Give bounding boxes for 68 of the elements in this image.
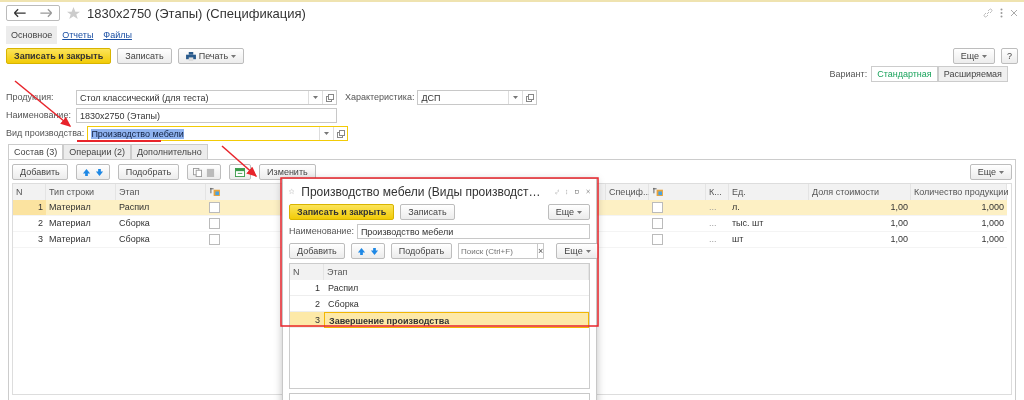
table-cell: 1,000 bbox=[911, 200, 1007, 216]
add-button[interactable]: Добавить bbox=[12, 164, 68, 180]
nav-tab[interactable]: Основное bbox=[6, 26, 58, 44]
table-cell: 1 bbox=[13, 200, 46, 216]
variant-option[interactable]: Расширяемая bbox=[937, 66, 1008, 82]
table-cell: 1,000 bbox=[911, 232, 1007, 248]
select-field[interactable]: Стол классический (для теста) bbox=[76, 90, 337, 105]
search-field[interactable]: Поиск (Ctrl+F) bbox=[458, 243, 539, 259]
window-title: 1830x2750 (Этапы) (Спецификация) bbox=[87, 5, 306, 21]
help-button[interactable]: ? bbox=[1001, 48, 1018, 64]
add-button[interactable]: Добавить bbox=[289, 243, 345, 259]
variant-label: Вариант: bbox=[829, 69, 868, 79]
pick-button[interactable]: Подобрать bbox=[117, 164, 180, 180]
column-header: N bbox=[13, 184, 46, 200]
print-button[interactable]: Печать bbox=[177, 48, 245, 64]
select-field[interactable]: Производство мебели bbox=[87, 126, 349, 141]
clear-button[interactable]: × bbox=[538, 243, 545, 259]
column-header: Количество продукции bbox=[911, 184, 1007, 200]
table-cell: 1,000 bbox=[911, 216, 1007, 232]
section-tab[interactable]: Операции (2) bbox=[63, 144, 131, 159]
column-header: Этап bbox=[116, 184, 206, 200]
table-cell: Материал bbox=[46, 232, 116, 248]
table-cell: 3 bbox=[13, 232, 46, 248]
table-cell: шт bbox=[729, 232, 809, 248]
save-button[interactable]: Записать bbox=[400, 204, 455, 220]
table-cell: Распил bbox=[116, 200, 206, 216]
table-cell: тыс. шт bbox=[729, 216, 809, 232]
save-and-close-button[interactable]: Записать и закрыть bbox=[289, 204, 395, 220]
table-cell: Материал bbox=[46, 200, 116, 216]
save-button[interactable]: Записать bbox=[117, 48, 172, 64]
field-label: Наименование: bbox=[289, 226, 354, 237]
table-cell: 1 bbox=[290, 280, 324, 296]
select-field[interactable]: ДСП bbox=[417, 90, 538, 105]
input-field[interactable]: Производство мебели bbox=[356, 224, 590, 239]
column-header: Специф... bbox=[606, 184, 649, 200]
edit-button[interactable]: Изменить bbox=[259, 164, 316, 180]
more-button[interactable]: Еще bbox=[952, 48, 995, 64]
more-button[interactable]: Еще bbox=[969, 164, 1012, 180]
nav-tab[interactable]: Отчеты bbox=[57, 26, 99, 44]
table-cell: Сборка bbox=[116, 216, 206, 232]
section-tab[interactable]: Состав (3) bbox=[8, 144, 64, 159]
column-header: N bbox=[290, 264, 324, 280]
table-cell: Материал bbox=[46, 216, 116, 232]
input-field[interactable]: 1830x2750 (Этапы) bbox=[76, 108, 337, 123]
section-tab[interactable]: Дополнительно bbox=[130, 144, 208, 159]
column-header: К... bbox=[706, 184, 729, 200]
nav-tab[interactable]: Файлы bbox=[98, 26, 137, 44]
table-cell: 1,00 bbox=[809, 200, 911, 216]
table-cell: ... bbox=[706, 200, 729, 216]
column-header: Ед. bbox=[729, 184, 809, 200]
more-button[interactable]: Еще bbox=[556, 243, 599, 259]
dialog-title: Производство мебели (Виды производст… bbox=[301, 184, 541, 199]
table-cell: ... bbox=[706, 232, 729, 248]
table-cell: Сборка bbox=[116, 232, 206, 248]
table-cell: л. bbox=[729, 200, 809, 216]
pick-button[interactable]: Подобрать bbox=[390, 243, 453, 259]
more-button[interactable]: Еще bbox=[547, 204, 590, 220]
column-header: Доля стоимости bbox=[809, 184, 911, 200]
column-header: Этап bbox=[324, 264, 589, 280]
table-cell: 2 bbox=[13, 216, 46, 232]
table-cell: ... bbox=[706, 216, 729, 232]
field-label: Характеристика: bbox=[345, 92, 415, 103]
table-cell: 1,00 bbox=[809, 232, 911, 248]
field-label: Вид производства: bbox=[6, 128, 85, 139]
table-cell: 1,00 bbox=[809, 216, 911, 232]
column-header: Тип строки bbox=[46, 184, 116, 200]
table-cell[interactable]: Распил bbox=[324, 280, 589, 296]
save-and-close-button[interactable]: Записать и закрыть bbox=[6, 48, 112, 64]
